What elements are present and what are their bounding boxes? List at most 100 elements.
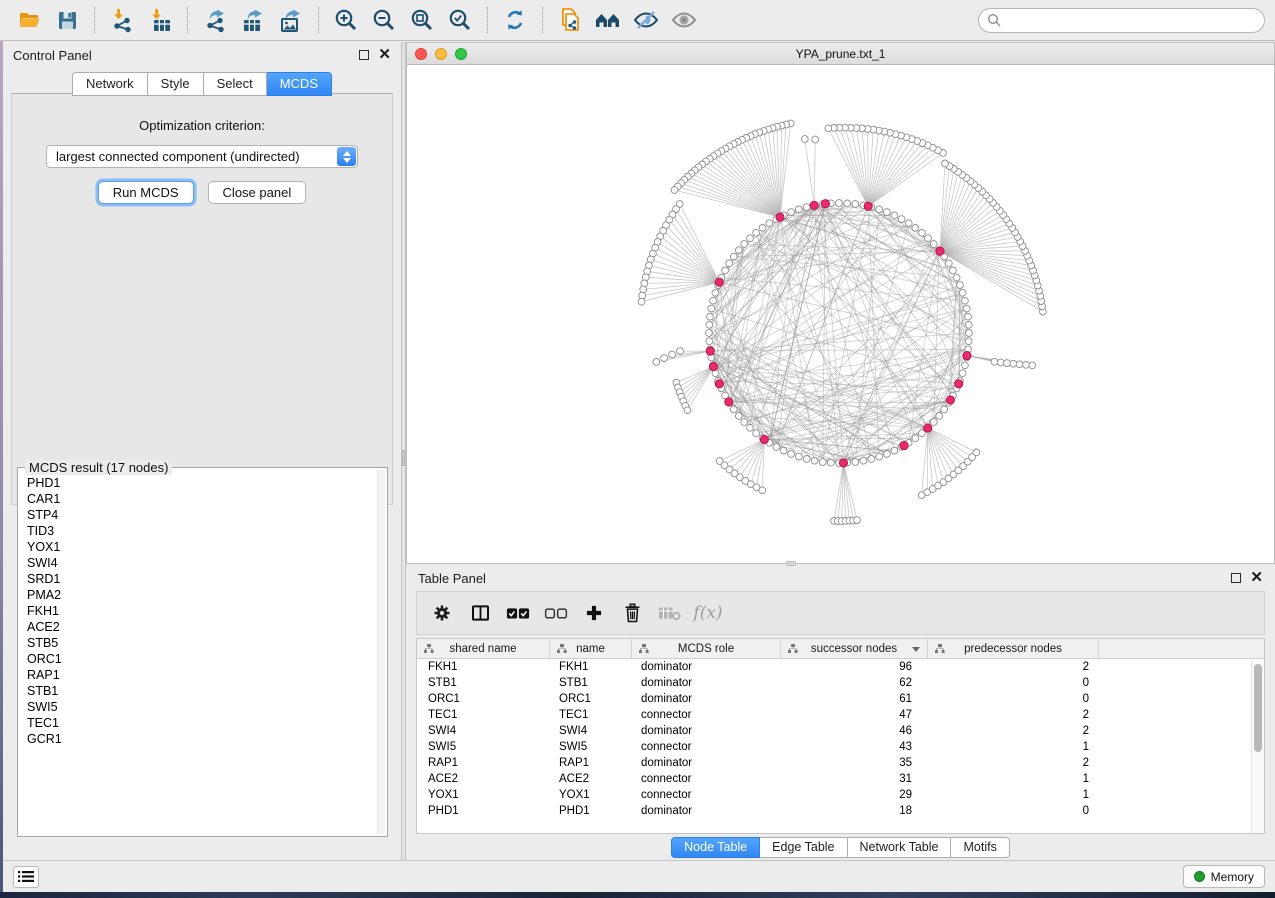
tab-edge-table[interactable]: Edge Table — [760, 837, 847, 858]
cell-shared_name[interactable]: TEC1 — [417, 707, 550, 723]
horizontal-splitter-grip[interactable] — [786, 561, 796, 566]
cell-mcds_role[interactable]: connector — [632, 787, 781, 803]
cell-name[interactable]: YOX1 — [550, 787, 632, 803]
cell-shared_name[interactable]: SWI5 — [417, 739, 550, 755]
cell-shared_name[interactable]: PHD1 — [417, 803, 550, 819]
cell-predecessor_nodes[interactable]: 1 — [928, 787, 1099, 803]
table-scrollbar[interactable] — [1251, 660, 1264, 833]
tab-select[interactable]: Select — [204, 72, 267, 96]
mcds-result-item[interactable]: STB1 — [27, 683, 371, 699]
run-mcds-button[interactable]: Run MCDS — [98, 181, 194, 204]
cell-successor_nodes[interactable]: 96 — [781, 659, 928, 675]
cell-shared_name[interactable]: SWI4 — [417, 723, 550, 739]
close-panel-icon[interactable]: ✕ — [378, 50, 391, 60]
splitter-grip[interactable] — [402, 450, 405, 466]
cell-shared_name[interactable]: RAP1 — [417, 755, 550, 771]
cell-mcds_role[interactable]: dominator — [632, 723, 781, 739]
table-row[interactable]: YOX1YOX1connector291 — [417, 787, 1264, 803]
column-header-name[interactable]: name — [550, 639, 632, 658]
mcds-result-item[interactable]: CAR1 — [27, 491, 371, 507]
table-row[interactable]: SWI4SWI4dominator462 — [417, 723, 1264, 739]
cell-shared_name[interactable]: ORC1 — [417, 691, 550, 707]
tab-network-table[interactable]: Network Table — [848, 837, 952, 858]
duplicate-network-icon[interactable] — [551, 4, 589, 36]
cell-predecessor_nodes[interactable]: 2 — [928, 755, 1099, 771]
mcds-result-item[interactable]: SWI4 — [27, 555, 371, 571]
table-row[interactable]: FKH1FKH1dominator962 — [417, 659, 1264, 675]
cell-predecessor_nodes[interactable]: 0 — [928, 691, 1099, 707]
memory-button[interactable]: Memory — [1183, 865, 1265, 888]
mcds-result-item[interactable]: ACE2 — [27, 619, 371, 635]
cell-successor_nodes[interactable]: 31 — [781, 771, 928, 787]
cell-successor_nodes[interactable]: 43 — [781, 739, 928, 755]
cell-shared_name[interactable]: STB1 — [417, 675, 550, 691]
cell-shared_name[interactable]: FKH1 — [417, 659, 550, 675]
export-network-icon[interactable] — [196, 4, 234, 36]
float-panel-icon[interactable] — [359, 50, 369, 60]
mcds-result-item[interactable]: SWI5 — [27, 699, 371, 715]
mcds-result-item[interactable]: SRD1 — [27, 571, 371, 587]
mcds-result-item[interactable]: STP4 — [27, 507, 371, 523]
select-all-columns-icon[interactable] — [499, 595, 537, 631]
float-table-panel-icon[interactable] — [1231, 573, 1241, 583]
search-input[interactable] — [1007, 13, 1256, 27]
cell-predecessor_nodes[interactable]: 0 — [928, 675, 1099, 691]
cell-shared_name[interactable]: ACE2 — [417, 771, 550, 787]
cell-name[interactable]: ORC1 — [550, 691, 632, 707]
search-box[interactable] — [978, 8, 1265, 33]
cell-predecessor_nodes[interactable]: 1 — [928, 739, 1099, 755]
import-table-icon[interactable] — [141, 4, 179, 36]
table-row[interactable]: SWI5SWI5connector431 — [417, 739, 1264, 755]
cell-mcds_role[interactable]: connector — [632, 707, 781, 723]
mcds-result-item[interactable]: PMA2 — [27, 587, 371, 603]
create-new-column-icon[interactable] — [575, 595, 613, 631]
cell-predecessor_nodes[interactable]: 1 — [928, 771, 1099, 787]
cell-successor_nodes[interactable]: 46 — [781, 723, 928, 739]
cell-successor_nodes[interactable]: 62 — [781, 675, 928, 691]
cell-mcds_role[interactable]: connector — [632, 771, 781, 787]
tab-network[interactable]: Network — [72, 72, 148, 96]
import-network-icon[interactable] — [103, 4, 141, 36]
zoom-selected-icon[interactable] — [441, 4, 479, 36]
cell-mcds_role[interactable]: dominator — [632, 691, 781, 707]
delete-columns-icon[interactable] — [613, 595, 651, 631]
export-table-icon[interactable] — [234, 4, 272, 36]
close-table-panel-icon[interactable]: ✕ — [1250, 573, 1263, 583]
optimization-criterion-select[interactable]: largest connected component (undirected) — [46, 145, 358, 168]
result-scrollbar[interactable] — [377, 470, 385, 834]
task-history-list-icon[interactable] — [13, 866, 39, 888]
cell-mcds_role[interactable]: connector — [632, 739, 781, 755]
cell-successor_nodes[interactable]: 29 — [781, 787, 928, 803]
cell-mcds_role[interactable]: dominator — [632, 803, 781, 819]
cell-predecessor_nodes[interactable]: 2 — [928, 723, 1099, 739]
table-row[interactable]: PHD1PHD1dominator180 — [417, 803, 1264, 819]
column-header-shared-name[interactable]: shared name — [417, 639, 550, 658]
cell-predecessor_nodes[interactable]: 0 — [928, 803, 1099, 819]
mcds-result-item[interactable]: YOX1 — [27, 539, 371, 555]
cell-name[interactable]: ACE2 — [550, 771, 632, 787]
table-row[interactable]: ACE2ACE2connector311 — [417, 771, 1264, 787]
unselect-all-columns-icon[interactable] — [537, 595, 575, 631]
zoom-fit-icon[interactable] — [403, 4, 441, 36]
cell-name[interactable]: RAP1 — [550, 755, 632, 771]
table-row[interactable]: STB1STB1dominator620 — [417, 675, 1264, 691]
show-graphics-details-icon[interactable] — [665, 4, 703, 36]
export-image-icon[interactable] — [272, 4, 310, 36]
column-header-successor-nodes[interactable]: successor nodes — [781, 639, 928, 658]
zoom-in-icon[interactable] — [327, 4, 365, 36]
cell-shared_name[interactable]: YOX1 — [417, 787, 550, 803]
cell-name[interactable]: STB1 — [550, 675, 632, 691]
cell-successor_nodes[interactable]: 18 — [781, 803, 928, 819]
cell-successor_nodes[interactable]: 35 — [781, 755, 928, 771]
mcds-result-item[interactable]: RAP1 — [27, 667, 371, 683]
hide-graphics-details-icon[interactable] — [627, 4, 665, 36]
open-file-icon[interactable] — [10, 4, 48, 36]
mcds-result-list[interactable]: PHD1CAR1STP4TID3YOX1SWI4SRD1PMA2FKH1ACE2… — [21, 471, 377, 833]
close-panel-button[interactable]: Close panel — [208, 181, 307, 204]
table-row[interactable]: TEC1TEC1connector472 — [417, 707, 1264, 723]
table-scrollbar-thumb[interactable] — [1254, 664, 1262, 752]
column-header-MCDS-role[interactable]: MCDS role — [632, 639, 781, 658]
tab-mcds[interactable]: MCDS — [267, 72, 332, 96]
cell-mcds_role[interactable]: dominator — [632, 659, 781, 675]
cell-name[interactable]: PHD1 — [550, 803, 632, 819]
